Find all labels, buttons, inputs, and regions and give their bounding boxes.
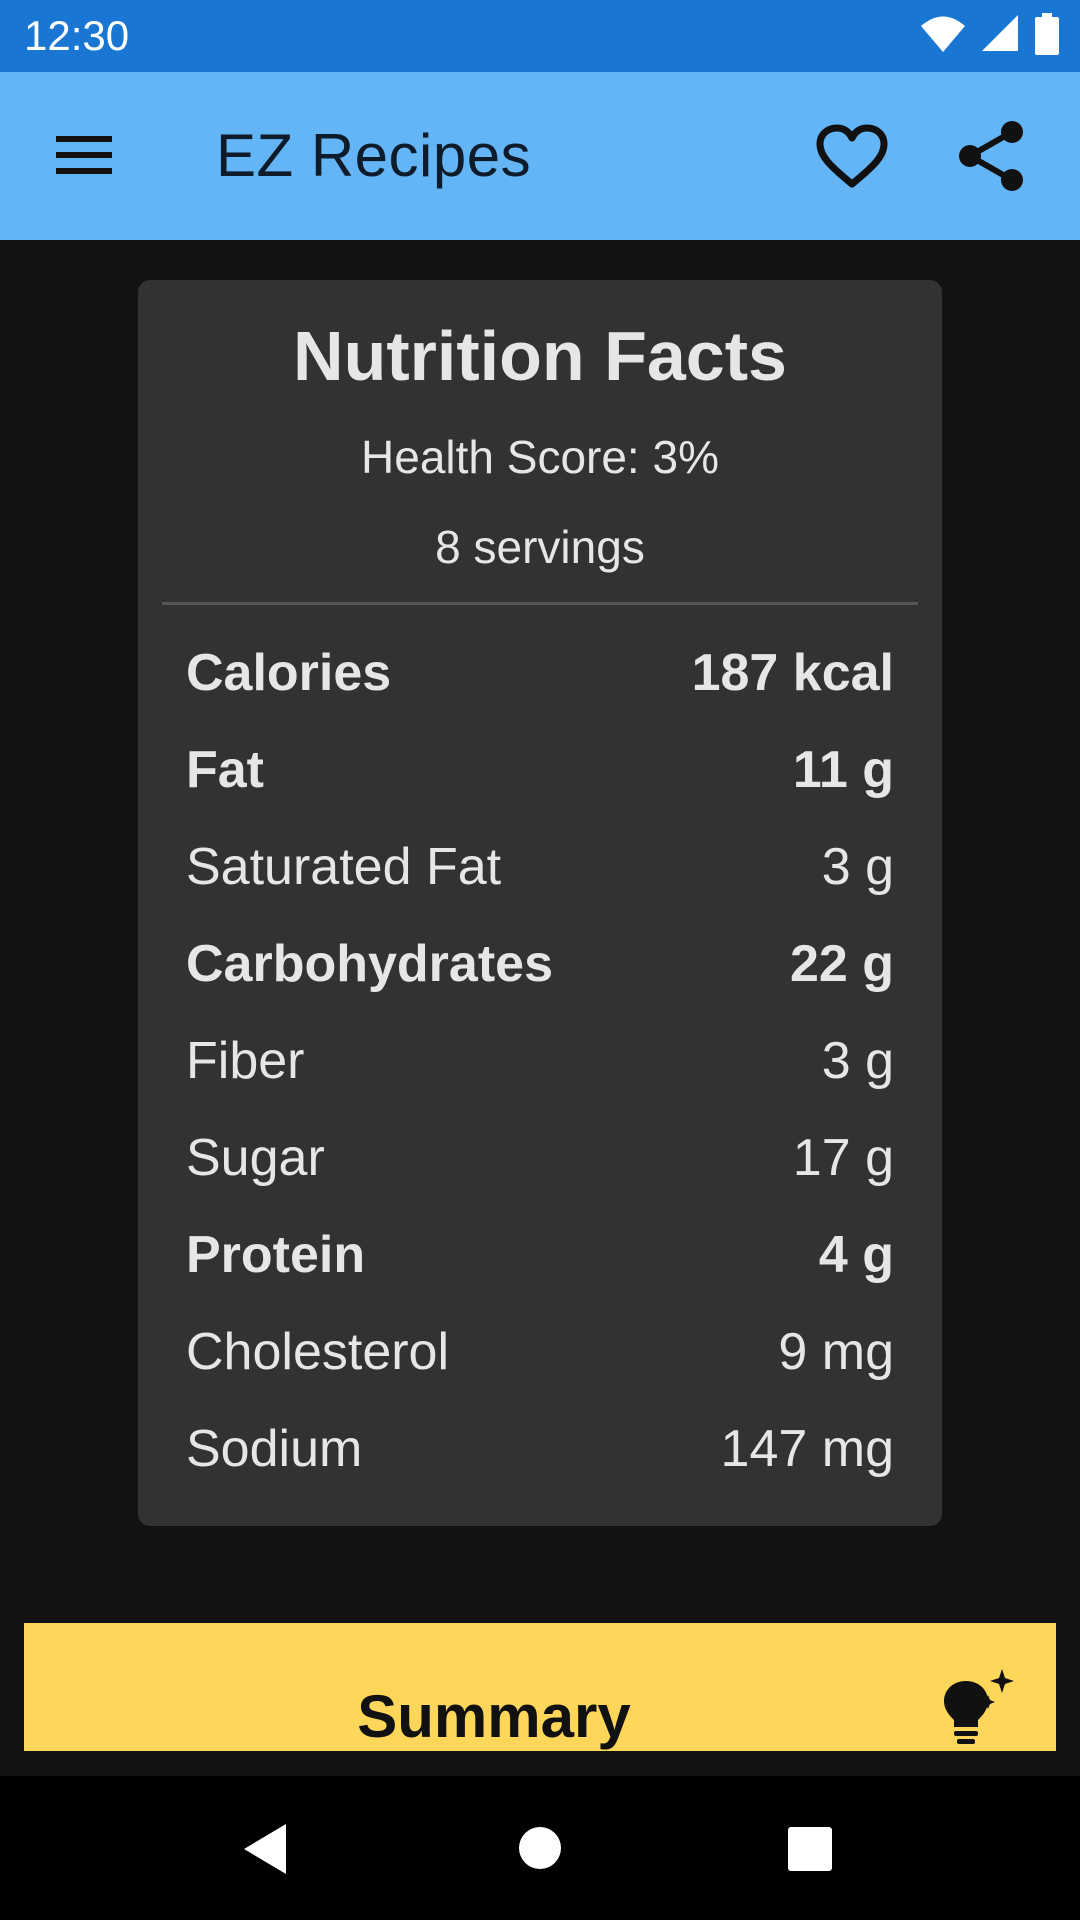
fact-value: 4 g <box>818 1225 894 1284</box>
nav-recents-button[interactable] <box>787 1826 833 1872</box>
nutrition-title: Nutrition Facts <box>293 317 787 395</box>
recents-square-icon <box>787 1827 833 1876</box>
fact-label: Cholesterol <box>186 1322 450 1381</box>
status-icons <box>920 12 1060 60</box>
fact-value: 11 g <box>792 740 894 799</box>
status-bar: 12:30 <box>0 0 1080 72</box>
lightbulb-sparkle-icon <box>936 1669 1020 1757</box>
fact-row-saturated-fat: Saturated Fat 3 g <box>186 818 894 915</box>
menu-icon <box>50 136 120 190</box>
health-score: Health Score: 3% <box>361 431 719 483</box>
heart-outline-icon <box>812 124 892 196</box>
fact-value: 17 g <box>792 1128 894 1187</box>
servings: 8 servings <box>435 521 645 573</box>
fact-row-sodium: Sodium 147 mg <box>186 1400 894 1497</box>
status-time: 12:30 <box>24 12 130 59</box>
fact-value: 3 g <box>821 1031 894 1090</box>
system-nav-bar <box>0 1776 1080 1920</box>
nav-back-button[interactable] <box>240 1822 290 1876</box>
fact-row-carbohydrates: Carbohydrates 22 g <box>186 915 894 1012</box>
fact-row-sugar: Sugar 17 g <box>186 1109 894 1206</box>
summary-label: Summary <box>357 1683 631 1750</box>
fact-label: Protein <box>186 1225 366 1284</box>
fact-row-cholesterol: Cholesterol 9 mg <box>186 1303 894 1400</box>
nutrition-card: Nutrition Facts Health Score: 3% 8 servi… <box>138 280 942 1526</box>
fact-value: 3 g <box>821 837 894 896</box>
fact-label: Sugar <box>186 1128 325 1187</box>
fact-row-calories: Calories 187 kcal <box>186 624 894 721</box>
fact-label: Calories <box>186 643 392 702</box>
wifi-icon <box>920 15 966 58</box>
share-button[interactable] <box>956 118 1028 194</box>
app-bar: EZ Recipes <box>0 72 1080 240</box>
nutrition-facts-list: Calories 187 kcal Fat 11 g Saturated Fat… <box>186 624 894 1497</box>
summary-section-header[interactable]: Summary <box>24 1623 1056 1751</box>
cell-signal-icon <box>980 14 1020 58</box>
back-triangle-icon <box>240 1824 290 1880</box>
favorite-button[interactable] <box>812 120 892 192</box>
fact-label: Carbohydrates <box>186 934 553 993</box>
fact-value: 187 kcal <box>691 643 894 702</box>
nav-home-button[interactable] <box>518 1826 562 1870</box>
fact-row-fat: Fat 11 g <box>186 721 894 818</box>
menu-button[interactable] <box>50 126 120 186</box>
divider <box>162 602 918 605</box>
fact-row-protein: Protein 4 g <box>186 1206 894 1303</box>
share-icon <box>956 121 1028 198</box>
fact-label: Saturated Fat <box>186 837 502 896</box>
home-circle-icon <box>518 1827 562 1874</box>
fact-value: 147 mg <box>720 1419 894 1478</box>
app-title: EZ Recipes <box>216 122 532 189</box>
fact-value: 9 mg <box>778 1322 894 1381</box>
fact-label: Fiber <box>186 1031 305 1090</box>
battery-icon <box>1034 12 1060 60</box>
fact-label: Sodium <box>186 1419 363 1478</box>
fact-value: 22 g <box>789 934 894 993</box>
fact-row-fiber: Fiber 3 g <box>186 1012 894 1109</box>
summary-bulb-button[interactable] <box>936 1669 1020 1753</box>
fact-label: Fat <box>186 740 264 799</box>
